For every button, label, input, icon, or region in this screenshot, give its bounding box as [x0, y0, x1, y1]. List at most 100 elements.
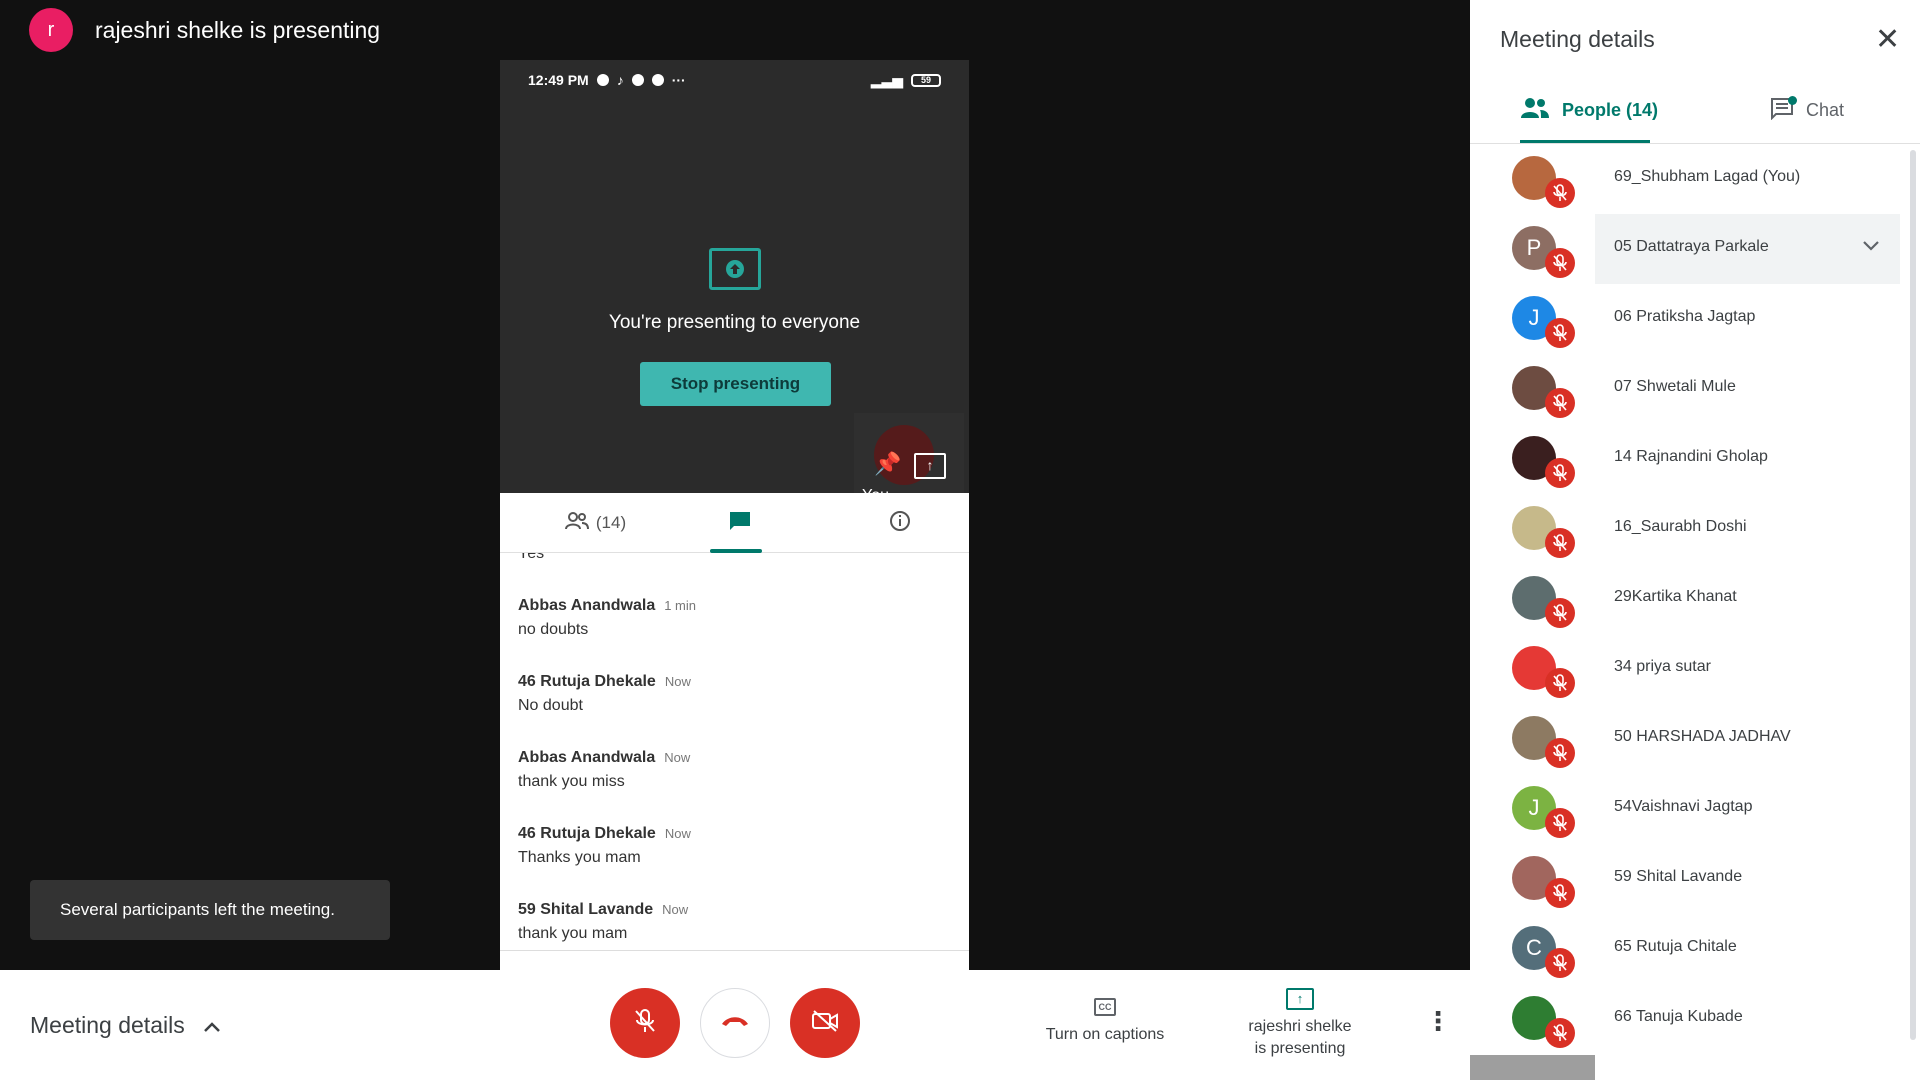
avatar-column	[1470, 494, 1595, 564]
chat-message: Abbas Anandwala 1 min no doubts	[518, 597, 696, 639]
participant-row[interactable]: 14 Rajnandini Gholap	[1470, 424, 1900, 494]
mic-off-icon	[1545, 878, 1575, 908]
avatar-column: J	[1470, 284, 1595, 354]
more-notifications-icon: ···	[671, 72, 686, 88]
participant-row[interactable]: 29Kartika Khanat	[1470, 564, 1900, 634]
people-count: (14)	[595, 513, 627, 532]
mic-off-icon	[1545, 1018, 1575, 1048]
message-text: no doubts	[518, 621, 589, 638]
message-sender: 46 Rutuja Dhekale	[518, 825, 656, 842]
present-screen-icon[interactable]: ↑	[914, 453, 946, 479]
camera-toggle-button[interactable]	[790, 988, 860, 1058]
chevron-up-icon	[203, 1012, 221, 1039]
participant-row[interactable]: J 06 Pratiksha Jagtap	[1470, 284, 1900, 354]
participant-list: 69_Shubham Lagad (You) P 05 Dattatraya Par…	[1470, 144, 1900, 1080]
presenting-message: You're presenting to everyone	[608, 312, 861, 333]
tab-chat[interactable]	[710, 493, 770, 553]
participant-row[interactable]: C 65 Rutuja Chitale	[1470, 914, 1900, 984]
chevron-down-icon[interactable]	[1862, 236, 1880, 257]
more-options-button[interactable]: ⋮	[1425, 1006, 1451, 1037]
leave-call-button[interactable]	[700, 988, 770, 1058]
participant-name: 05 Dattatraya Parkale	[1614, 238, 1769, 255]
pin-icon[interactable]: 📌	[874, 451, 901, 477]
message-sender: 59 Shital Lavande	[518, 901, 654, 918]
message-text: thank you miss	[518, 773, 625, 790]
microphone-toggle-button[interactable]	[610, 988, 680, 1058]
avatar-column	[1470, 424, 1595, 494]
participant-row[interactable]: 69_Shubham Lagad (You)	[1470, 144, 1900, 214]
presenting-label-line2: is presenting	[1254, 1040, 1346, 1057]
mic-off-icon	[1545, 318, 1575, 348]
avatar-column	[1470, 144, 1595, 214]
tab-info[interactable]	[870, 493, 930, 553]
control-bar: Meeting details CC Turn on captions ↑ ra…	[0, 970, 1470, 1080]
avatar-column	[1470, 704, 1595, 774]
participant-name: 59 Shital Lavande	[1614, 868, 1743, 885]
participant-row[interactable]: 34 priya sutar	[1470, 634, 1900, 704]
participant-row[interactable]: 50 HARSHADA JADHAV	[1470, 704, 1900, 774]
tab-people[interactable]: (14)	[540, 493, 650, 553]
mic-off-icon	[1545, 388, 1575, 418]
mic-off-icon	[1545, 528, 1575, 558]
mic-off-icon	[1545, 738, 1575, 768]
participant-row[interactable]: 07 Shwetali Mule	[1470, 354, 1900, 424]
participant-row[interactable]: 16_Saurabh Doshi	[1470, 494, 1900, 564]
participant-row[interactable]: J 54Vaishnavi Jagtap	[1470, 774, 1900, 844]
tab-people[interactable]: People (14)	[1520, 90, 1658, 130]
presenter-avatar: r	[29, 8, 73, 52]
message-sender: Abbas Anandwala	[518, 749, 656, 766]
participant-name: 66 Tanuja Kubade	[1614, 1008, 1743, 1025]
presenting-panel: You're presenting to everyone Stop prese…	[500, 100, 969, 523]
chat-list: Yes Abbas Anandwala 1 min no doubts 46 Ru…	[500, 553, 969, 970]
participant-row[interactable]: P 05 Dattatraya Parkale	[1470, 214, 1900, 284]
participant-row[interactable]: 59 Shital Lavande	[1470, 844, 1900, 914]
participant-row[interactable]: 66 Tanuja Kubade	[1470, 984, 1900, 1054]
camera-off-icon	[811, 1009, 839, 1037]
participant-name: 65 Rutuja Chitale	[1614, 938, 1737, 955]
avatar-column	[1470, 984, 1595, 1054]
captions-label: Turn on captions	[1045, 1026, 1165, 1043]
close-icon[interactable]: ✕	[1875, 22, 1900, 57]
presenting-button[interactable]: ↑ rajeshri shelke is presenting	[1225, 988, 1375, 1060]
divider	[500, 950, 969, 951]
meeting-details-button[interactable]: Meeting details	[30, 970, 221, 1080]
message-sender: 46 Rutuja Dhekale	[518, 673, 656, 690]
message-time: Now	[664, 674, 691, 689]
participant-name: 06 Pratiksha Jagtap	[1614, 308, 1756, 325]
app-notification-icon	[651, 74, 664, 86]
mic-off-icon	[1545, 458, 1575, 488]
chat-message-partial: Yes	[518, 553, 545, 562]
mic-off-icon	[1545, 178, 1575, 208]
scrollbar[interactable]	[1910, 150, 1916, 1040]
participant-name: 54Vaishnavi Jagtap	[1614, 798, 1753, 815]
notification-toast: Several participants left the meeting.	[30, 880, 390, 940]
app-notification-icon	[631, 74, 644, 86]
screen-share-icon	[709, 248, 761, 290]
stage: r rajeshri shelke is presenting 12:49 PM…	[0, 0, 1470, 970]
stop-presenting-button[interactable]: Stop presenting	[640, 362, 831, 406]
shared-screen: 12:49 PM ♪ ··· ▂▃▅ 59 You're presenting …	[500, 60, 969, 970]
chat-message: 46 Rutuja Dhekale Now No doubt	[518, 673, 691, 715]
message-sender: Abbas Anandwala	[518, 597, 656, 614]
chat-message: 46 Rutuja Dhekale Now Thanks you mam	[518, 825, 691, 867]
chat-message: Abbas Anandwala Now thank you miss	[518, 749, 690, 791]
mic-off-icon	[1545, 248, 1575, 278]
mic-off-icon	[1545, 808, 1575, 838]
avatar-column: P	[1470, 214, 1595, 284]
battery-icon: 59	[911, 73, 941, 87]
avatar-column	[1470, 634, 1595, 704]
avatar-column: J	[1470, 774, 1595, 844]
unread-indicator	[1788, 96, 1797, 105]
message-time: Now	[662, 902, 689, 917]
message-time: Now	[664, 750, 691, 765]
people-tab-label: People (14)	[1562, 99, 1659, 120]
tiktok-icon: ♪	[616, 72, 624, 88]
phone-tabs: (14)	[500, 493, 969, 553]
participant-name: 14 Rajnandini Gholap	[1614, 448, 1768, 465]
panel-title: Meeting details	[1500, 26, 1655, 52]
participant-name: 16_Saurabh Doshi	[1614, 518, 1747, 535]
tab-chat[interactable]: Chat	[1770, 90, 1844, 130]
participant-name: 50 HARSHADA JADHAV	[1614, 728, 1791, 745]
captions-button[interactable]: CC Turn on captions	[1030, 998, 1180, 1044]
message-text: Thanks you mam	[518, 849, 641, 866]
